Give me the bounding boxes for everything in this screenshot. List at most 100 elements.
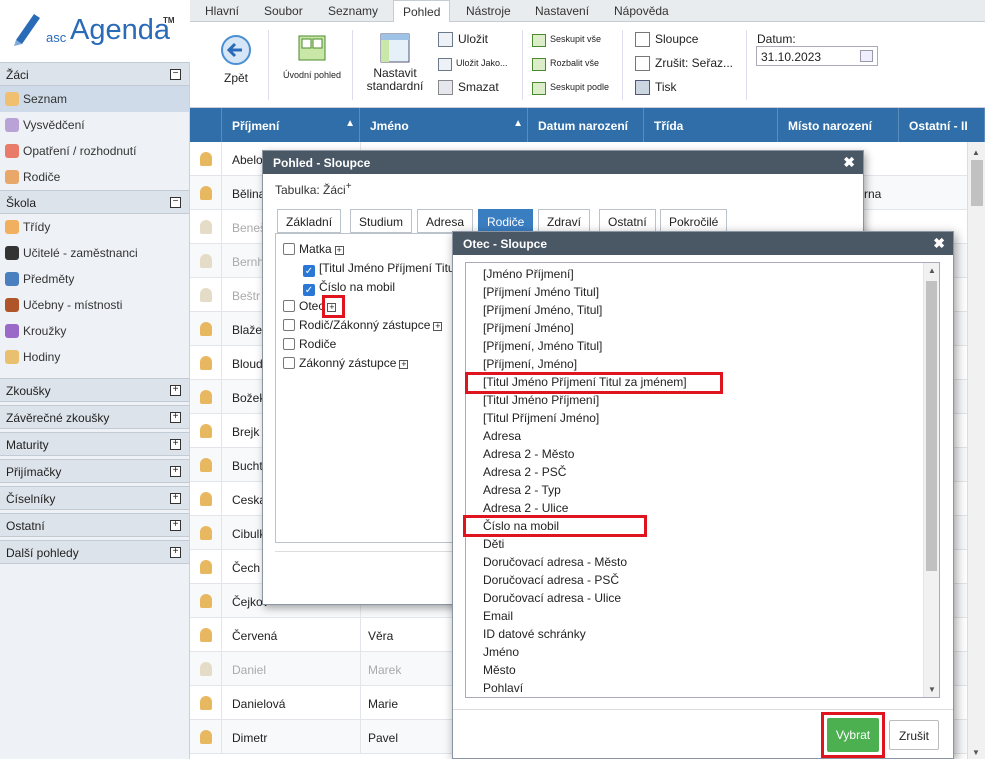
select-button[interactable]: Vybrat: [827, 718, 879, 752]
close-icon[interactable]: ✖: [843, 154, 855, 171]
grid-header-prijmeni[interactable]: Příjmení ▲: [222, 108, 360, 142]
list-item[interactable]: [Jméno Příjmení]: [483, 267, 574, 281]
delete-button[interactable]: Smazat: [438, 80, 499, 95]
grid-header-misto[interactable]: Místo narození: [778, 108, 899, 142]
grid-header-jmeno[interactable]: Jméno ▲: [360, 108, 528, 142]
sidebar-section-zaci[interactable]: Žáci −: [0, 62, 189, 86]
tab-pokrocile[interactable]: Pokročilé: [660, 209, 728, 233]
save-button[interactable]: Uložit: [438, 32, 488, 47]
checkbox[interactable]: [283, 319, 295, 331]
sidebar-item-rodice[interactable]: Rodiče: [0, 164, 189, 190]
scroll-up-icon[interactable]: ▲: [972, 148, 980, 157]
tab-hlavni[interactable]: Hlavní: [205, 0, 239, 22]
sidebar-section-prijimacky[interactable]: Přijímačky +: [0, 459, 189, 483]
tab-napoveda[interactable]: Nápověda: [614, 0, 669, 22]
scroll-down-icon[interactable]: ▼: [972, 748, 980, 757]
sidebar-item-predmety[interactable]: Předměty: [0, 266, 189, 292]
list-item[interactable]: Adresa 2 - Ulice: [483, 501, 568, 515]
sidebar-section-zaverecne[interactable]: Závěrečné zkoušky +: [0, 405, 189, 429]
checkbox-checked[interactable]: ✓: [303, 284, 315, 296]
sidebar-section-dalsi-pohledy[interactable]: Další pohledy +: [0, 540, 189, 564]
list-item[interactable]: Doručovací adresa - Město: [483, 555, 627, 569]
collapse-icon[interactable]: −: [170, 197, 181, 208]
expand-icon[interactable]: +: [433, 322, 443, 331]
close-icon[interactable]: ✖: [933, 235, 945, 252]
list-item[interactable]: Děti: [483, 537, 504, 551]
list-item[interactable]: Adresa 2 - Typ: [483, 483, 561, 497]
tab-seznamy[interactable]: Seznamy: [328, 0, 378, 22]
list-item[interactable]: Adresa: [483, 429, 521, 443]
expand-icon[interactable]: +: [170, 493, 181, 504]
tab-ostatni[interactable]: Ostatní: [599, 209, 656, 233]
cancel-button[interactable]: Zrušit: [889, 720, 939, 750]
list-item[interactable]: Jméno: [483, 645, 519, 659]
grid-header-trida[interactable]: Třída: [644, 108, 778, 142]
scroll-up-icon[interactable]: ▲: [928, 266, 936, 275]
checkbox[interactable]: [283, 243, 295, 255]
checkbox[interactable]: [283, 338, 295, 350]
sidebar-item-seznam[interactable]: Seznam: [0, 86, 189, 112]
tab-nastaveni[interactable]: Nastavení: [535, 0, 589, 22]
list-item[interactable]: Město: [483, 663, 516, 677]
tree-item-matka[interactable]: Matka +: [283, 242, 344, 256]
tab-zdravi[interactable]: Zdraví: [538, 209, 591, 233]
list-item[interactable]: [Titul Jméno Příjmení]: [483, 393, 599, 407]
sidebar-section-ostatni[interactable]: Ostatní +: [0, 513, 189, 537]
sidebar-item-hodiny[interactable]: Hodiny: [0, 344, 189, 370]
list-scroll-thumb[interactable]: [926, 281, 937, 571]
list-item[interactable]: Adresa 2 - PSČ: [483, 465, 566, 479]
expand-icon[interactable]: +: [170, 385, 181, 396]
sidebar-section-skola[interactable]: Škola −: [0, 190, 189, 214]
back-button[interactable]: Zpět: [215, 34, 257, 85]
tab-zakladni[interactable]: Základní: [277, 209, 342, 233]
sidebar-item-opatreni[interactable]: Opatření / rozhodnutí: [0, 138, 189, 164]
tab-nastroje[interactable]: Nástroje: [466, 0, 511, 22]
checkbox-checked[interactable]: ✓: [303, 265, 315, 277]
expand-icon[interactable]: +: [170, 520, 181, 531]
list-item[interactable]: [Titul Příjmení Jméno]: [483, 411, 599, 425]
tree-item-matka-mobil[interactable]: ✓ Číslo na mobil: [303, 280, 395, 296]
expand-icon[interactable]: +: [170, 439, 181, 450]
calendar-icon[interactable]: [860, 50, 873, 62]
date-input[interactable]: 31.10.2023: [756, 46, 878, 66]
list-item[interactable]: ID datové schránky: [483, 627, 586, 641]
list-item[interactable]: Doručovací adresa - PSČ: [483, 573, 619, 587]
scroll-thumb[interactable]: [971, 160, 983, 206]
tree-item-rodice[interactable]: Rodiče: [283, 337, 336, 351]
list-scrollbar[interactable]: ▲ ▼: [923, 263, 939, 697]
checkbox[interactable]: [283, 357, 295, 369]
expand-icon[interactable]: +: [170, 547, 181, 558]
sidebar-section-maturity[interactable]: Maturity +: [0, 432, 189, 456]
tree-item-zakonny-zastupce[interactable]: Zákonný zástupce +: [283, 356, 409, 370]
grid-header-ostatni[interactable]: Ostatní - II: [899, 108, 985, 142]
collapse-icon[interactable]: −: [170, 69, 181, 80]
sidebar-item-ucitele[interactable]: Učitelé - zaměstnanci: [0, 240, 189, 266]
list-item[interactable]: Doručovací adresa - Ulice: [483, 591, 621, 605]
cancel-sort-button[interactable]: Zrušit: Seřaz...: [635, 56, 733, 71]
tab-rodice[interactable]: Rodiče: [478, 209, 534, 233]
tab-adresa[interactable]: Adresa: [417, 209, 474, 233]
tree-item-matka-titul[interactable]: ✓ [Titul Jméno Příjmení Titu: [303, 261, 455, 277]
print-button[interactable]: Tisk: [635, 80, 677, 95]
grid-scrollbar[interactable]: ▲ ▼: [967, 142, 985, 759]
list-item[interactable]: [Příjmení, Jméno Titul]: [483, 339, 602, 353]
list-item[interactable]: Adresa 2 - Město: [483, 447, 574, 461]
expand-icon[interactable]: +: [334, 246, 344, 255]
checkbox[interactable]: [283, 300, 295, 312]
set-default-button[interactable]: Nastavit standardní: [364, 32, 426, 93]
tree-item-zakonny-rodic[interactable]: Rodič/Zákonný zástupce +: [283, 318, 443, 332]
group-all-button[interactable]: Seskupit vše: [532, 34, 601, 47]
list-item[interactable]: [Příjmení Jméno, Titul]: [483, 303, 602, 317]
list-item[interactable]: [Příjmení Jméno]: [483, 321, 574, 335]
columns-button[interactable]: Sloupce: [635, 32, 698, 47]
sidebar-item-vysvedceni[interactable]: Vysvědčení: [0, 112, 189, 138]
expand-icon[interactable]: +: [399, 360, 409, 369]
group-by-button[interactable]: Seskupit podle: [532, 82, 609, 95]
sidebar-section-zkousky[interactable]: Zkoušky +: [0, 378, 189, 402]
sidebar-item-ucebny[interactable]: Učebny - místnosti: [0, 292, 189, 318]
grid-header-datum[interactable]: Datum narození: [528, 108, 644, 142]
scroll-down-icon[interactable]: ▼: [928, 685, 936, 694]
list-item[interactable]: [Příjmení, Jméno]: [483, 357, 577, 371]
list-item[interactable]: [Příjmení Jméno Titul]: [483, 285, 599, 299]
expand-all-button[interactable]: Rozbalit vše: [532, 58, 599, 71]
